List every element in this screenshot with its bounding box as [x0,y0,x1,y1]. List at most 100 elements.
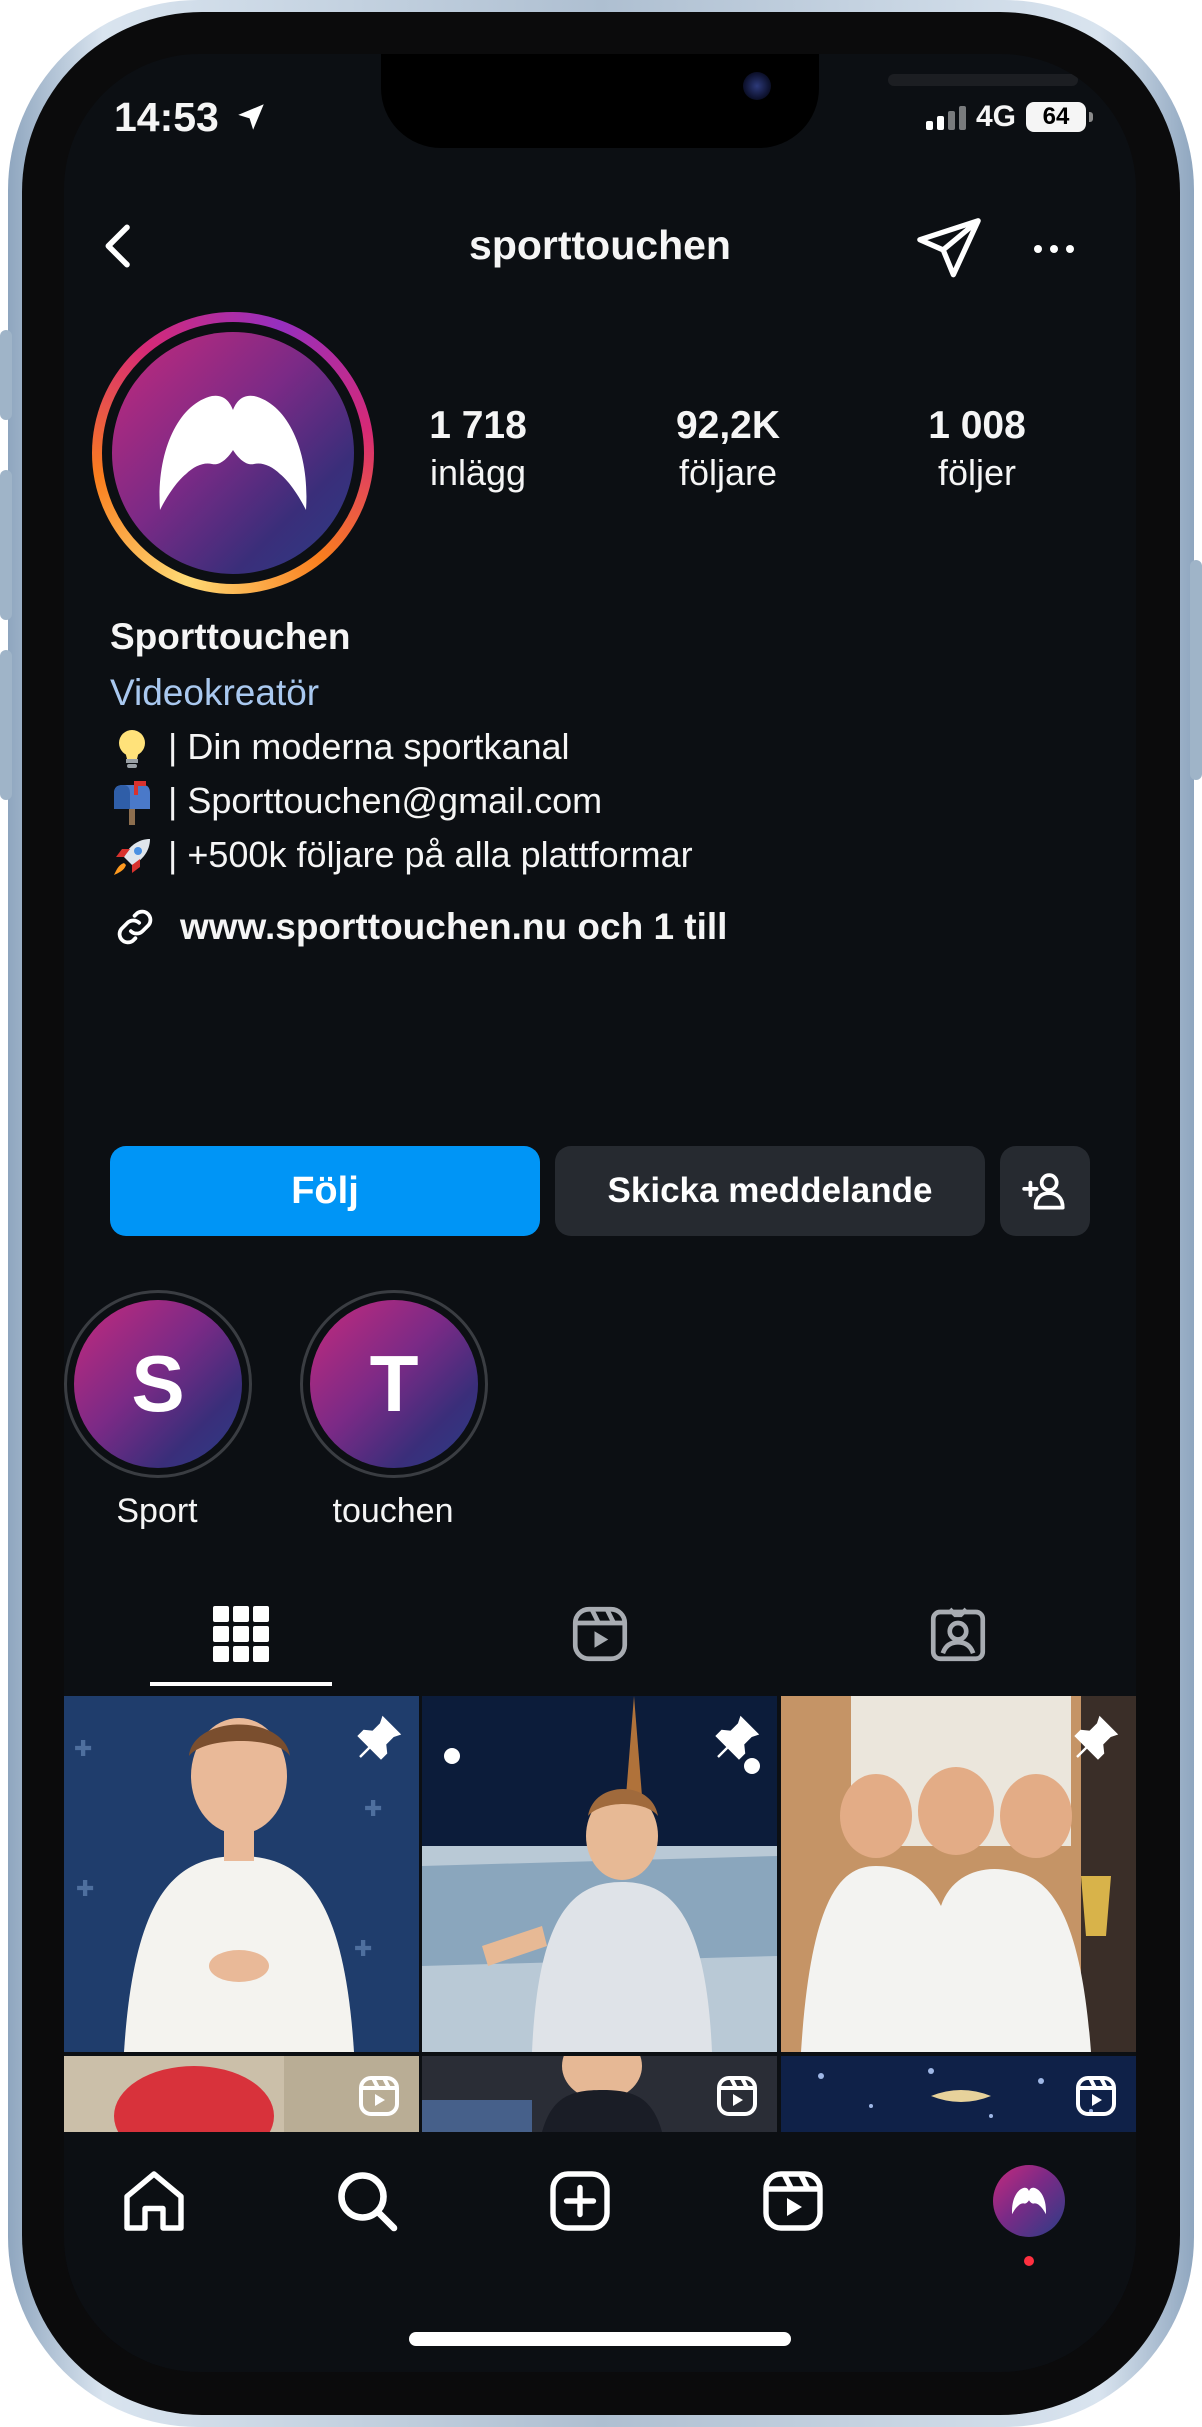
svg-text:✚: ✚ [74,1737,92,1762]
suggested-users-button[interactable] [1000,1146,1090,1236]
add-person-icon [1022,1173,1065,1210]
notification-dot [1024,2256,1034,2266]
action-button [0,330,12,420]
bio-line: | Sporttouchen@gmail.com [110,780,1100,825]
post-tile[interactable] [422,2056,777,2132]
post-tile[interactable] [781,2056,1136,2132]
location-arrow-icon [238,104,265,130]
reels-icon [572,1606,628,1662]
send-message-button[interactable] [914,212,984,282]
post-tile[interactable] [781,1696,1136,2052]
notch [381,54,1078,148]
home-indicator[interactable] [409,2332,791,2346]
stat-value: 92,2K [675,404,781,447]
message-button[interactable]: Skicka meddelande [555,1146,985,1236]
mustache-logo-icon [1011,2187,1047,2215]
stat-posts[interactable]: 1 718 inlägg [378,404,578,494]
profile-header: sporttouchen [64,204,1136,294]
network-type: 4G [975,100,1016,133]
highlight-label: Sport [116,1492,198,1530]
stat-label: följer [937,452,1017,493]
reel-badge-icon [717,2076,757,2116]
cellular-signal-icon [925,104,966,130]
svg-text:✚: ✚ [76,1877,94,1902]
nav-home[interactable] [109,2156,199,2246]
profile-bio: Sporttouchen Videokreatör | Din moderna … [110,616,1100,952]
speaker [888,74,1078,86]
profile-category: Videokreatör [110,672,320,713]
highlight-label: touchen [332,1492,454,1530]
link-text: www.sporttouchen.nu och 1 till [180,906,728,947]
stat-label: följare [678,452,778,493]
highlight-touchen[interactable]: T touchen [300,1290,488,1531]
battery-icon: 64 [1026,102,1093,132]
bio-line: | Din moderna sportkanal [110,726,1100,768]
create-post-icon [550,2171,610,2231]
stat-value: 1 008 [928,404,1026,447]
profile-avatar [993,2165,1065,2237]
nav-search[interactable] [322,2156,412,2246]
nav-create[interactable] [535,2156,625,2246]
story-ring[interactable] [92,312,374,594]
pin-icon [715,1715,760,1760]
nav-reels[interactable] [748,2156,838,2246]
highlight-cover: T [310,1300,478,1468]
grid-icon [213,1606,269,1662]
tab-tagged[interactable] [858,1584,1058,1684]
front-camera [743,72,771,100]
bio-text: | Sporttouchen@gmail.com [168,780,603,821]
svg-text:✚: ✚ [354,1937,372,1962]
search-icon [338,2172,398,2232]
ellipsis-icon [1034,245,1074,253]
screen: 14:53 4G 64 sporttouchen 1 718 inlägg 92… [64,54,1136,2372]
clock: 14:53 [114,94,219,140]
tagged-person-icon [930,1607,986,1662]
stat-value: 1 718 [429,404,527,447]
volume-down-button [0,650,12,800]
stat-label: inlägg [429,452,527,493]
status-time: 14:53 [114,94,268,141]
highlight-ring: S [64,1290,252,1478]
profile-name: Sporttouchen [110,616,351,657]
active-tab-indicator [150,1682,332,1686]
stat-following[interactable]: 1 008 följer [877,404,1077,494]
pin-icon [357,1715,402,1760]
bio-text: | +500k följare på alla plattformar [168,834,693,875]
status-right: 4G 64 [925,100,1093,134]
tab-posts[interactable] [141,1584,341,1684]
volume-up-button [0,470,12,620]
more-options-button[interactable] [1024,224,1084,274]
reel-badge-icon [359,2076,399,2116]
battery-level: 64 [1042,103,1070,130]
mailbox-icon [110,781,154,825]
reel-badge-icon [1076,2076,1116,2116]
highlight-ring: T [300,1290,488,1478]
bio-text: | Din moderna sportkanal [168,726,570,767]
avatar-border [102,322,364,584]
bio-line: | +500k följare på alla plattformar [110,834,1100,876]
nav-profile[interactable] [984,2156,1074,2246]
avatar [112,332,354,574]
highlight-cover: S [74,1300,242,1468]
follow-button[interactable]: Följ [110,1146,540,1236]
post-tile[interactable] [422,1696,777,2052]
reels-icon [763,2171,823,2231]
link-icon [117,909,153,945]
rocket-icon [110,835,154,875]
post-tile[interactable] [64,2056,419,2132]
mustache-logo-icon [159,395,307,510]
home-icon [124,2171,184,2231]
light-bulb-icon [110,727,154,768]
post-tile[interactable]: ✚ ✚ ✚ ✚ [64,1696,419,2052]
paper-plane-icon [917,218,981,278]
highlight-sport[interactable]: S Sport [64,1290,252,1531]
content-tabs [64,1584,1136,1684]
post-grid: ✚ ✚ ✚ ✚ [64,1696,1136,2136]
svg-text:✚: ✚ [364,1797,382,1822]
pin-icon [1074,1715,1119,1760]
tab-reels[interactable] [500,1584,700,1684]
external-link[interactable]: www.sporttouchen.nu och 1 till [110,902,1100,952]
profile-actions: Följ Skicka meddelande [110,1146,1090,1236]
power-button [1190,560,1202,780]
stat-followers[interactable]: 92,2K följare [628,404,828,494]
